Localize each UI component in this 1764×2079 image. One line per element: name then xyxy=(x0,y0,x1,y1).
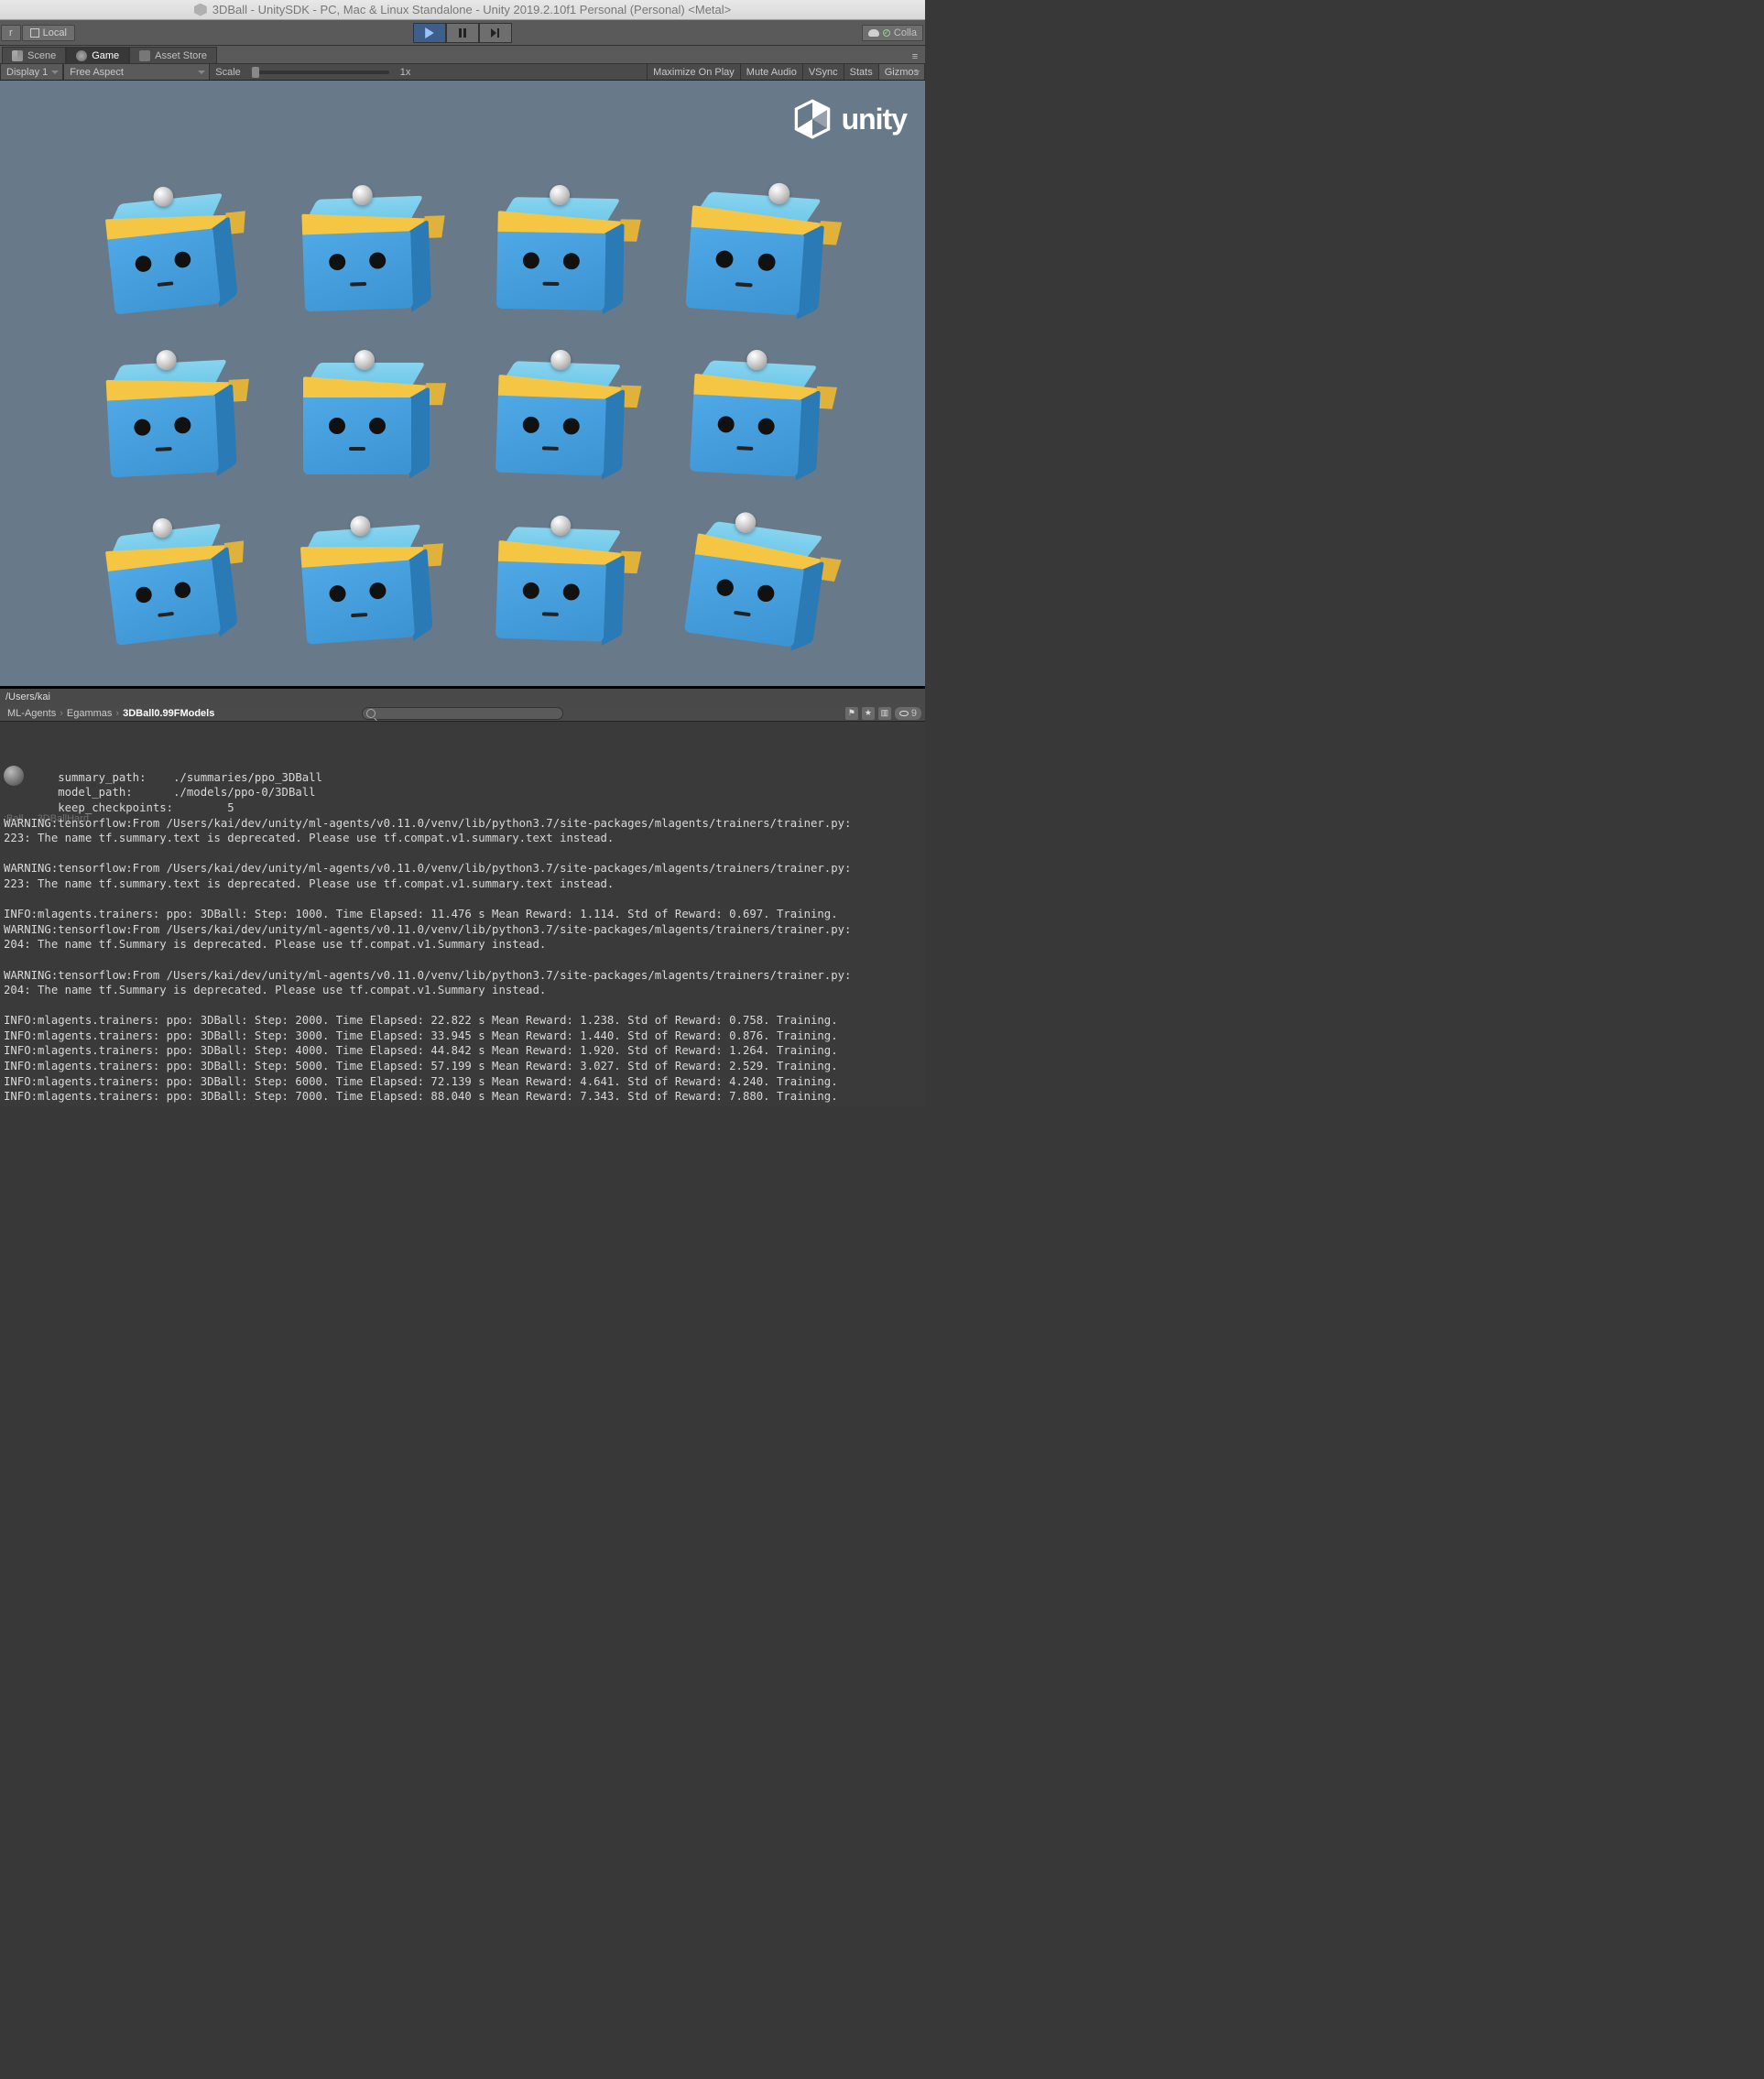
local-button[interactable]: Local xyxy=(22,25,75,41)
unity-watermark: unity xyxy=(792,99,907,139)
visibility-counter[interactable]: 9 xyxy=(895,707,921,720)
window-title: 3DBall - UnitySDK - PC, Mac & Linux Stan… xyxy=(212,3,732,16)
tab-scene[interactable]: Scene xyxy=(2,47,66,63)
maximize-toggle[interactable]: Maximize On Play xyxy=(647,64,740,80)
log-lines: summary_path: ./summaries/ppo_3DBall mod… xyxy=(4,770,921,1106)
agent-cube xyxy=(67,164,274,345)
aspect-dropdown[interactable]: Free Aspect xyxy=(63,64,210,80)
crumb[interactable]: Egammas xyxy=(63,708,116,719)
vsync-toggle[interactable]: VSync xyxy=(802,64,844,80)
view-tabs: Scene Game Asset Store ≡ xyxy=(0,46,925,64)
game-controls-bar: Display 1 Free Aspect Scale 1x Maximize … xyxy=(0,64,925,81)
main-toolbar: r Local ✓ Colla xyxy=(0,20,925,46)
gizmos-dropdown[interactable]: Gizmos xyxy=(878,64,925,80)
toolbar-button[interactable]: r xyxy=(1,25,21,41)
unity-logo-icon xyxy=(194,4,207,16)
agent-cube xyxy=(461,170,659,339)
display-dropdown[interactable]: Display 1 xyxy=(0,64,63,80)
play-button[interactable] xyxy=(413,23,446,43)
project-search-input[interactable] xyxy=(362,707,563,720)
collab-button[interactable]: ✓ Colla xyxy=(862,25,923,41)
unity-logo-icon xyxy=(792,99,833,139)
asset-store-icon xyxy=(139,50,150,61)
save-search-icon[interactable]: ▥ xyxy=(878,707,891,720)
agent-cube xyxy=(645,488,865,682)
eye-icon xyxy=(899,711,909,716)
pause-button[interactable] xyxy=(446,23,479,43)
favorite-icon[interactable]: ★ xyxy=(862,707,875,720)
window-titlebar: 3DBall - UnitySDK - PC, Mac & Linux Stan… xyxy=(0,0,925,20)
terminal-output[interactable]: :Ball 3DBallHard summary_path: ./summari… xyxy=(0,722,925,1106)
scale-value: 1x xyxy=(400,67,411,78)
agent-cube xyxy=(69,332,272,507)
agent-cube xyxy=(460,499,660,671)
game-viewport: unity xyxy=(0,81,925,687)
step-button[interactable] xyxy=(479,23,512,43)
scale-slider[interactable] xyxy=(252,71,389,74)
crumb-current[interactable]: 3DBall0.99FModels xyxy=(119,708,218,719)
scale-label: Scale xyxy=(210,67,246,78)
mute-toggle[interactable]: Mute Audio xyxy=(740,64,802,80)
scene-icon xyxy=(12,50,23,61)
tab-asset-store[interactable]: Asset Store xyxy=(129,47,217,63)
crumb[interactable]: ML-Agents xyxy=(4,708,60,719)
cwd-path: /Users/kai xyxy=(5,691,50,702)
play-controls xyxy=(413,23,512,43)
cloud-icon xyxy=(868,29,879,37)
agent-cube xyxy=(268,337,463,502)
agent-cube xyxy=(460,334,660,506)
agents-grid xyxy=(73,172,852,668)
check-icon: ✓ xyxy=(883,29,890,37)
agent-cube xyxy=(647,161,863,348)
tab-game[interactable]: Game xyxy=(66,47,129,63)
agent-cube xyxy=(67,494,274,676)
tab-menu-icon[interactable]: ≡ xyxy=(909,50,921,63)
agent-cube xyxy=(262,495,468,674)
terminal-path-bar: /Users/kai xyxy=(0,689,925,705)
agent-cube xyxy=(653,332,856,507)
axis-icon xyxy=(30,28,39,38)
search-icon xyxy=(366,709,376,718)
stats-toggle[interactable]: Stats xyxy=(844,64,878,80)
agent-cube xyxy=(265,169,465,341)
filter-icon[interactable]: ⚑ xyxy=(845,707,858,720)
project-breadcrumb-bar: ML-Agents › Egammas › 3DBall0.99FModels … xyxy=(0,705,925,722)
game-icon xyxy=(76,50,87,61)
